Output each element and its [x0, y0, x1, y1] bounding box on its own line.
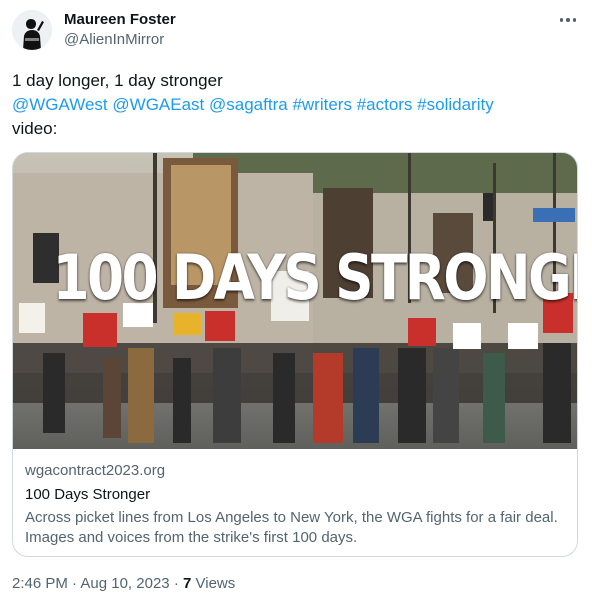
meta-separator-1: ·: [72, 575, 78, 592]
tweet: Maureen Foster @AlienInMirror 1 day long…: [0, 0, 592, 607]
tweet-time[interactable]: 2:46 PM: [12, 575, 68, 592]
tweet-line-3: video:: [12, 119, 58, 138]
card-image[interactable]: 100 DAYS STRONGER: [13, 153, 577, 449]
more-horizontal-icon[interactable]: [556, 12, 580, 28]
views-count: 7: [182, 575, 192, 592]
card-title: 100 Days Stronger: [25, 486, 151, 503]
link-card[interactable]: 100 DAYS STRONGER wgacontract2023.org 10…: [12, 152, 578, 557]
card-description: Across picket lines from Los Angeles to …: [25, 509, 558, 546]
mention-wgawest[interactable]: @WGAWest: [12, 95, 108, 114]
hashtag-solidarity[interactable]: #solidarity: [417, 95, 494, 114]
author-handle[interactable]: @AlienInMirror: [64, 30, 176, 50]
hashtag-actors[interactable]: #actors: [357, 95, 413, 114]
tweet-meta: 2:46 PM · Aug 10, 2023 · 7 Views: [12, 574, 235, 594]
meta-separator-2: ·: [173, 575, 179, 592]
mention-wgaeast[interactable]: @WGAEast: [112, 95, 204, 114]
tweet-text: 1 day longer, 1 day stronger @WGAWest @W…: [12, 69, 580, 141]
author-block: Maureen Foster @AlienInMirror: [64, 10, 176, 50]
card-meta: wgacontract2023.org 100 Days Stronger Ac…: [25, 461, 565, 548]
card-domain: wgacontract2023.org: [25, 462, 166, 479]
hashtag-writers[interactable]: #writers: [292, 95, 352, 114]
tweet-date[interactable]: Aug 10, 2023: [80, 575, 169, 592]
tweet-line-1: 1 day longer, 1 day stronger: [12, 71, 223, 90]
avatar[interactable]: [12, 10, 52, 50]
author-display-name[interactable]: Maureen Foster: [64, 10, 176, 29]
mention-sagaftra[interactable]: @sagaftra: [209, 95, 288, 114]
views-label: Views: [195, 575, 236, 592]
card-image-overlay-title: 100 DAYS STRONGER: [52, 241, 577, 314]
silhouette-avatar-icon: [12, 10, 52, 50]
tweet-line-2: @WGAWest @WGAEast @sagaftra #writers #ac…: [12, 93, 580, 117]
